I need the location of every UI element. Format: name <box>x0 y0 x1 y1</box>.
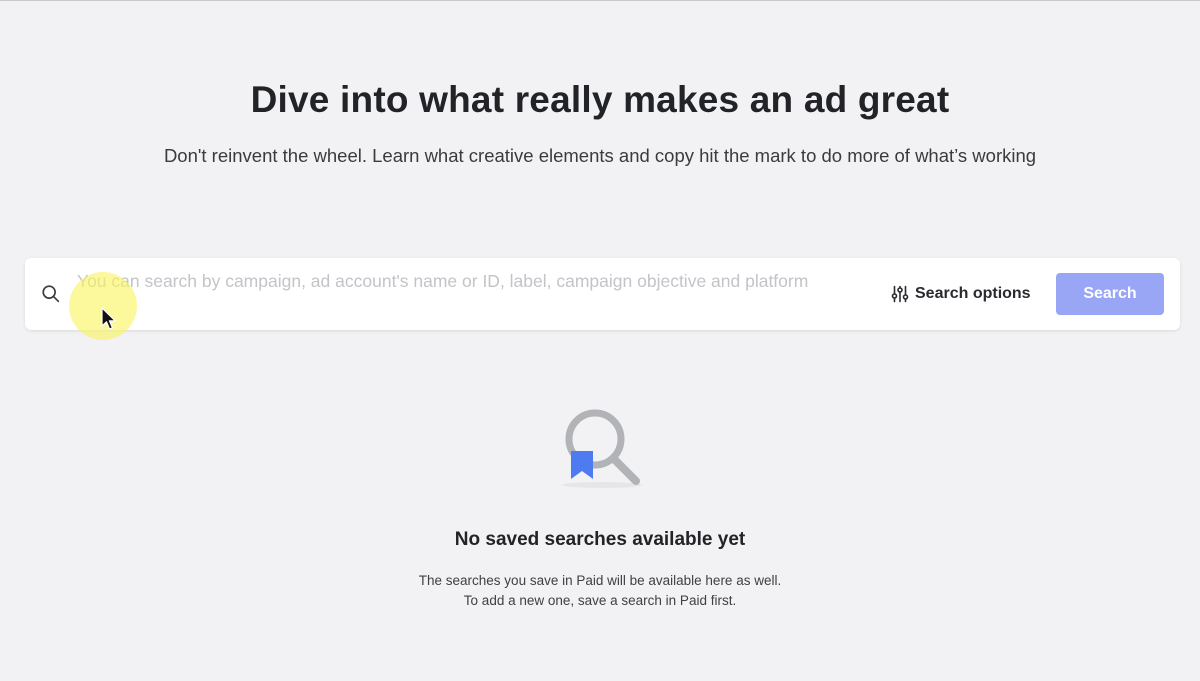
empty-state-title: No saved searches available yet <box>454 529 746 550</box>
empty-state-description: The searches you save in Paid will be av… <box>0 571 1200 611</box>
page: Dive into what really makes an ad great … <box>0 0 1200 681</box>
search-button[interactable]: Search <box>1056 273 1164 315</box>
empty-state-description-line-2: To add a new one, save a search in Paid … <box>463 593 737 608</box>
search-input[interactable] <box>77 270 877 318</box>
empty-state-description-line-1: The searches you save in Paid will be av… <box>418 573 782 588</box>
sliders-icon <box>891 285 909 303</box>
page-title: Dive into what really makes an ad great <box>250 79 950 120</box>
search-options-label: Search options <box>915 285 1031 302</box>
bookmark-search-icon <box>562 409 642 488</box>
search-bar: Search options Search <box>25 258 1180 330</box>
search-options-button[interactable]: Search options <box>891 280 1031 308</box>
search-icon <box>42 285 60 303</box>
page-subtitle: Don't reinvent the wheel. Learn what cre… <box>163 145 1037 166</box>
